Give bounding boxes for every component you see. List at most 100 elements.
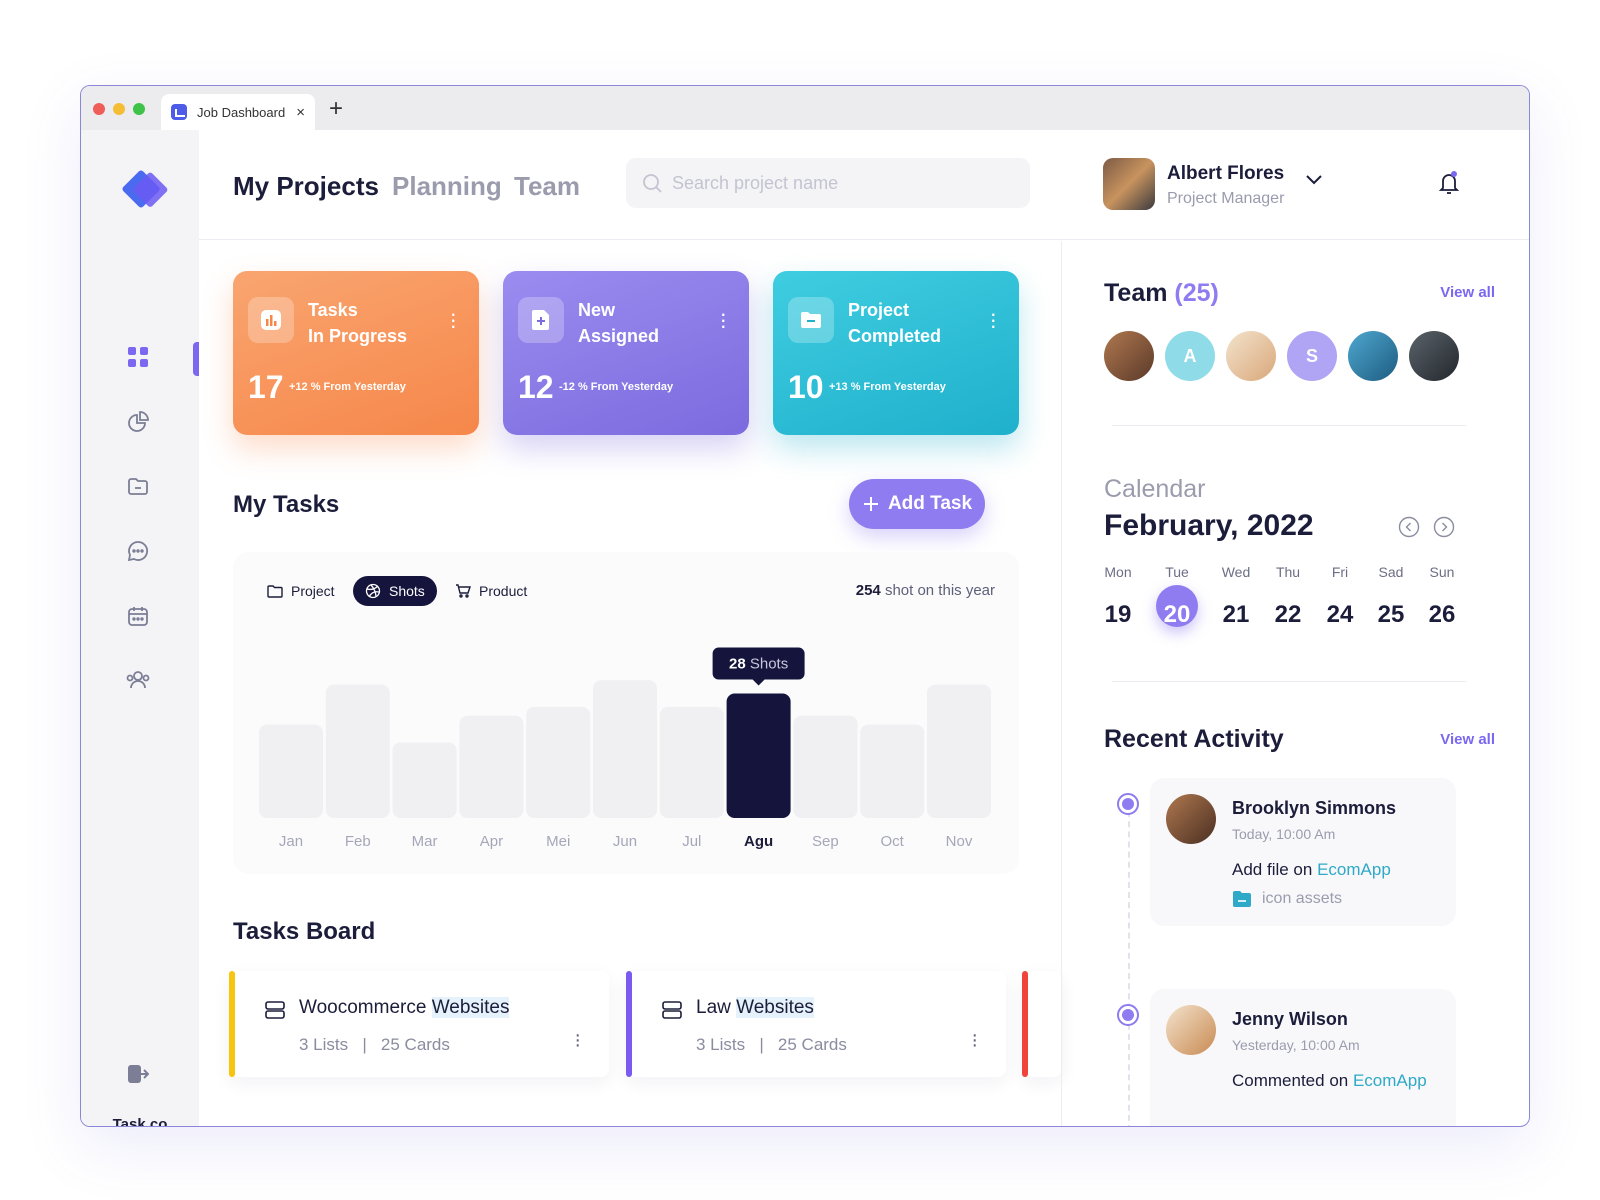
chevron-right-icon[interactable] [1433,516,1455,538]
nav-projects[interactable] [125,473,151,499]
divider [1112,681,1466,682]
board-card-law[interactable]: Law Websites 3 Lists | 25 Cards · · · [626,971,1006,1077]
activity-view-all-link[interactable]: View all [1440,731,1495,748]
chart-bar-mar[interactable] [392,742,457,818]
chart-x-label: Mar [412,833,438,850]
calendar-day-name: Fri [1331,564,1349,580]
calendar-day-name: Sad [1378,564,1404,580]
activity-target-link[interactable]: EcomApp [1317,860,1391,879]
chart-x-label: Mei [546,833,570,850]
more-vertical-icon[interactable]: · · · [971,1025,978,1055]
chart-bar-jul[interactable] [659,706,724,818]
calendar-date[interactable]: 22 [1263,601,1313,629]
stat-card-new-assigned[interactable]: New Assigned · · · 12 -12 % From Yesterday [503,271,749,435]
activity-time: Yesterday, 10:00 Am [1232,1037,1360,1053]
maximize-window-dot[interactable] [133,103,145,115]
more-vertical-icon[interactable]: · · · [450,303,457,337]
user-role: Project Manager [1167,190,1285,207]
board-card-woocommerce[interactable]: Woocommerce Websites 3 Lists | 25 Cards … [229,971,609,1077]
stat-card-in-progress[interactable]: Tasks In Progress · · · 17 +12 % From Yeste… [233,271,479,435]
stat-card-delta: +13 % From Yesterday [829,381,946,393]
calendar-date-selected[interactable]: 20 [1152,601,1202,629]
activity-target-link[interactable]: EcomApp [1353,1071,1427,1090]
brand-name: Task.co [112,1116,168,1127]
top-header: My Projects Planning Team Albert Flores … [199,130,1529,240]
chart-tooltip-text: 28 Shots [729,656,788,673]
stat-card-value: 10 [788,369,824,405]
my-tasks-title: My Tasks [233,491,340,518]
team-member-avatar[interactable] [1409,331,1459,381]
board-card-partial[interactable] [1022,971,1062,1077]
calendar-date[interactable]: 24 [1315,601,1365,629]
chart-bar-apr[interactable] [459,715,524,818]
team-member-avatar[interactable] [1348,331,1398,381]
calendar-date[interactable]: 19 [1093,601,1143,629]
add-task-button[interactable]: Add Task [849,479,985,529]
nav-logout[interactable] [125,1061,151,1087]
nav-calendar[interactable] [125,603,151,629]
board-color-bar [626,971,632,1077]
team-member-avatar[interactable]: A [1165,331,1215,381]
search-bar[interactable] [626,158,1030,208]
browser-tab[interactable]: Job Dashboard × [161,94,315,130]
tab-close-icon[interactable]: × [296,104,305,121]
stat-card-value: 12 [518,369,554,405]
team-member-avatar[interactable]: S [1287,331,1337,381]
chart-x-label: Jun [613,833,637,850]
chart-x-label: Sep [812,833,839,850]
browser-window: Job Dashboard × + Task.co My Projects Pl… [80,85,1530,1127]
calendar-date[interactable]: 21 [1211,601,1261,629]
timeline-line [1128,801,1130,1126]
minimize-window-dot[interactable] [113,103,125,115]
team-member-avatar[interactable] [1226,331,1276,381]
activity-item[interactable]: Jenny Wilson Yesterday, 10:00 Am Comment… [1150,989,1456,1126]
team-member-avatar[interactable] [1104,331,1154,381]
recent-activity-title: Recent Activity [1104,725,1284,753]
stat-card-completed[interactable]: Project Completed · · · 10 +13 % From Yeste… [773,271,1019,435]
chevron-down-icon[interactable] [1305,174,1323,186]
activity-text: Commented on EcomApp [1232,1071,1427,1090]
calendar-day-name: Wed [1221,564,1251,580]
activity-file[interactable]: icon assets [1232,890,1342,908]
board-color-bar [1022,971,1028,1077]
stat-card-title: New Assigned [578,300,660,346]
chart-bar-nov[interactable] [927,684,991,818]
new-tab-icon[interactable]: + [329,95,343,123]
browser-tab-title: Job Dashboard [197,104,286,120]
chart-x-label: Apr [480,833,503,850]
tab-team[interactable]: Team [514,171,580,202]
chart-bar-sep[interactable] [793,715,858,818]
nav-analytics[interactable] [125,409,151,435]
nav-team[interactable] [125,667,151,693]
chart-bar-mei[interactable] [526,706,591,818]
pie-chart-icon [128,411,149,432]
bar-chart-icon [248,297,294,343]
activity-time: Today, 10:00 Am [1232,826,1336,842]
more-vertical-icon[interactable]: · · · [720,303,727,337]
user-avatar[interactable] [1103,158,1155,210]
more-vertical-icon[interactable]: · · · [990,303,997,337]
chart-bar-oct[interactable] [860,724,925,818]
chart-bar-feb[interactable] [325,684,390,818]
chart-bar-jan[interactable] [259,724,323,818]
activity-item[interactable]: Brooklyn Simmons Today, 10:00 Am Add fil… [1150,778,1456,926]
server-icon [265,1001,285,1019]
tab-planning[interactable]: Planning [392,171,502,202]
calendar-date[interactable]: 25 [1366,601,1416,629]
tab-my-projects[interactable]: My Projects [233,171,379,202]
team-view-all-link[interactable]: View all [1440,284,1495,301]
chart-x-label: Agu [744,833,773,850]
app-logo[interactable] [121,169,161,209]
search-input[interactable] [672,172,1012,194]
chart-bar-agu[interactable] [726,693,791,818]
more-vertical-icon[interactable]: · · · [574,1025,581,1055]
nav-dashboard[interactable] [125,344,151,370]
stat-card-title: Tasks In Progress [308,300,408,346]
chevron-left-icon[interactable] [1398,516,1420,538]
plus-icon [863,497,878,511]
close-window-dot[interactable] [93,103,105,115]
chart-bar-jun[interactable] [593,680,657,818]
calendar-date[interactable]: 26 [1417,601,1467,629]
nav-messages[interactable] [125,538,151,564]
notification-bell-icon[interactable] [1437,170,1461,196]
